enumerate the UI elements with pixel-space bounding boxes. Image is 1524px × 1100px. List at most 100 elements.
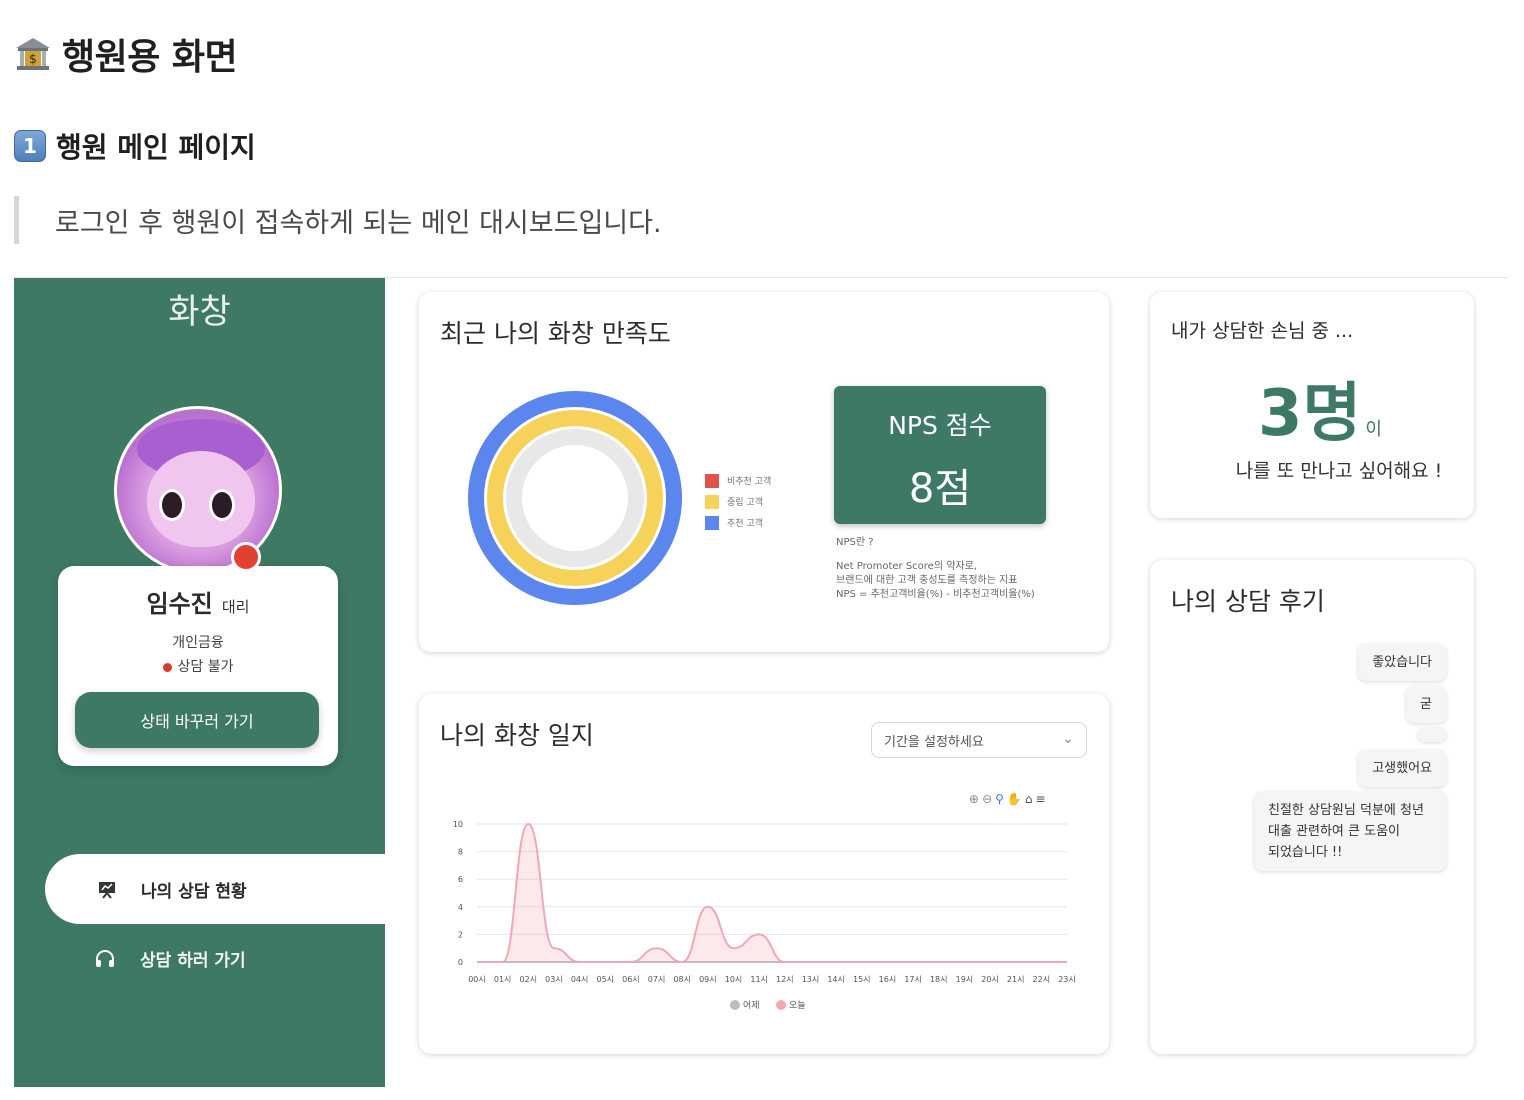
x-tick-label: 07시 [648, 975, 666, 984]
x-tick-label: 01시 [494, 975, 512, 984]
keycap-one-icon: 1 [14, 130, 46, 162]
employee-name: 임수진 [146, 590, 213, 618]
nps-title: NPS 점수 [888, 411, 992, 440]
diary-card: 나의 화창 일지 기간을 설정하세요 ⌄ ⊕⊖⚲✋⌂≡ 0 2 4 6 8 10 00시 01… [419, 694, 1109, 1054]
nps-note: NPS란 ? Net Promoter Score의 약자로, 브랜드에 대한 … [836, 536, 1035, 602]
legend-label: 비추천 고객 [727, 477, 772, 487]
y-tick-label: 8 [458, 848, 463, 857]
legend-item[interactable]: 중립 고객 [705, 491, 771, 512]
diary-area-chart: 0 2 4 6 8 10 00시 01시 02시 03시 04시 05시 06시 07시 08시 09시 10시… [453, 820, 1076, 1011]
svg-text:$: $ [29, 52, 37, 66]
x-tick-label: 23시 [1058, 975, 1076, 984]
legend-label: 중립 고객 [727, 498, 763, 508]
nps-legend: 비추천 고객 중립 고객 추천 고객 [705, 470, 771, 533]
employee-rank: 대리 [221, 598, 250, 616]
quote-block: 로그인 후 행원이 접속하게 되는 메인 대시보드입니다. [14, 196, 662, 244]
doc-title: $ 행원용 화면 [14, 28, 238, 80]
legend-marker [776, 1000, 786, 1010]
x-tick-label: 18시 [930, 975, 948, 984]
nav-item-my-consultations[interactable]: 나의 상담 현황 [45, 854, 385, 924]
headset-icon [96, 949, 114, 967]
legend-swatch [705, 494, 719, 509]
review-bubble [1418, 728, 1446, 742]
nav-label: 나의 상담 현황 [141, 881, 247, 902]
legend-swatch [705, 473, 719, 488]
reviews-title: 나의 상담 후기 [1171, 587, 1325, 616]
x-tick-label: 11시 [750, 975, 768, 984]
sidebar: 화창 임수진 대리 개인금융 상담 불가 상태 바꾸러 가기 나의 상담 현황 … [14, 278, 385, 1087]
change-status-button[interactable]: 상태 바꾸러 가기 [75, 692, 319, 748]
nps-value: 8점 [908, 466, 972, 512]
app-logo[interactable]: 화창 [14, 284, 385, 333]
x-tick-label: 02시 [520, 975, 538, 984]
status-dot-icon [162, 662, 172, 672]
nps-note-line: 브랜드에 대한 고객 충성도를 측정하는 지표 [836, 575, 1018, 586]
x-tick-label: 21시 [1007, 975, 1025, 984]
reviews-card: 나의 상담 후기 좋았습니다 굳 고생했어요 친절한 상담원님 덕분에 청년 대… [1150, 560, 1474, 1054]
x-tick-label: 20시 [981, 975, 999, 984]
review-bubble: 좋았습니다 [1358, 644, 1446, 681]
x-tick-label: 06시 [622, 975, 640, 984]
legend-label: 오늘 [789, 1000, 806, 1011]
quote-text: 로그인 후 행원이 접속하게 되는 메인 대시보드입니다. [55, 207, 662, 239]
period-select[interactable]: 기간을 설정하세요 ⌄ [871, 722, 1087, 758]
nav-item-go-consult[interactable]: 상담 하러 가기 [94, 946, 246, 971]
promoter-ring [468, 391, 682, 605]
presentation-icon [99, 882, 115, 899]
nps-score-box: NPS 점수 8점 [834, 386, 1046, 524]
diary-title: 나의 화창 일지 [440, 721, 594, 750]
series-line [476, 822, 1067, 964]
legend-item[interactable]: 비추천 고객 [705, 470, 771, 491]
online-status-icon [231, 542, 261, 572]
y-tick-label: 2 [458, 930, 463, 939]
legend-marker [730, 1000, 740, 1010]
satisfaction-title: 최근 나의 화창 만족도 [440, 319, 671, 348]
x-tick-label: 15시 [853, 975, 871, 984]
x-tick-label: 22시 [1033, 975, 1051, 984]
x-tick-label: 04시 [571, 975, 589, 984]
x-tick-label: 13시 [802, 975, 820, 984]
page-title: 행원용 화면 [62, 37, 238, 78]
status-badge: 상담 불가 [58, 656, 338, 676]
dashboard-screenshot: 화창 임수진 대리 개인금융 상담 불가 상태 바꾸러 가기 나의 상담 현황 … [14, 277, 1508, 1087]
x-tick-label: 16시 [879, 975, 897, 984]
repeat-customers-card: 내가 상담한 손님 중 ... 3명 이 나를 또 만나고 싶어해요 ! [1150, 292, 1474, 518]
nps-note-line: Net Promoter Score의 약자로, [836, 561, 977, 572]
series-area [477, 824, 1067, 962]
x-tick-label: 14시 [827, 975, 845, 984]
employee-department: 개인금융 [172, 635, 224, 651]
legend-label: 어제 [743, 1000, 760, 1011]
profile-name: 임수진 대리 [58, 584, 338, 619]
customer-count-value: 3명 [1258, 377, 1362, 451]
x-tick-label: 12시 [776, 975, 794, 984]
legend-item[interactable]: 추천 고객 [705, 512, 771, 533]
customer-count: 3명 이 [1258, 362, 1382, 454]
x-tick-label: 19시 [956, 975, 974, 984]
x-tick-label: 09시 [699, 975, 717, 984]
section-heading: 행원 메인 페이지 [56, 131, 256, 164]
y-tick-label: 10 [453, 820, 463, 829]
x-tick-label: 03시 [545, 975, 563, 984]
review-bubble: 고생했어요 [1358, 750, 1446, 787]
status-text: 상담 불가 [177, 659, 234, 675]
legend-label: 추천 고객 [727, 519, 763, 529]
satisfaction-card: 최근 나의 화창 만족도 비추천 고객 중립 고객 추천 고객 NPS 점수 8… [419, 292, 1109, 652]
profile-card: 임수진 대리 개인금융 상담 불가 상태 바꾸러 가기 [58, 566, 338, 766]
nps-donut-chart [468, 391, 682, 605]
review-bubble: 굳 [1406, 686, 1446, 723]
nps-note-line: NPS = 추천고객비율(%) - 비추천고객비율(%) [836, 589, 1035, 600]
x-tick-label: 00시 [468, 975, 486, 984]
x-tick-label: 05시 [596, 975, 614, 984]
section-title: 1 행원 메인 페이지 [14, 126, 256, 166]
customer-count-suffix: 이 [1365, 419, 1382, 440]
y-tick-label: 4 [458, 903, 463, 912]
y-tick-label: 0 [458, 958, 463, 967]
detractor-ring [506, 429, 644, 567]
chevron-down-icon: ⌄ [1062, 731, 1074, 747]
bank-icon: $ [16, 38, 50, 70]
nav-label: 상담 하러 가기 [140, 951, 246, 971]
x-tick-label: 08시 [673, 975, 691, 984]
nps-note-line: NPS란 ? [836, 537, 874, 548]
customers-message: 나를 또 만나고 싶어해요 ! [1235, 460, 1443, 482]
review-bubble: 친절한 상담원님 덕분에 청년 대출 관련하여 큰 도움이 되었습니다 !! [1254, 792, 1446, 871]
